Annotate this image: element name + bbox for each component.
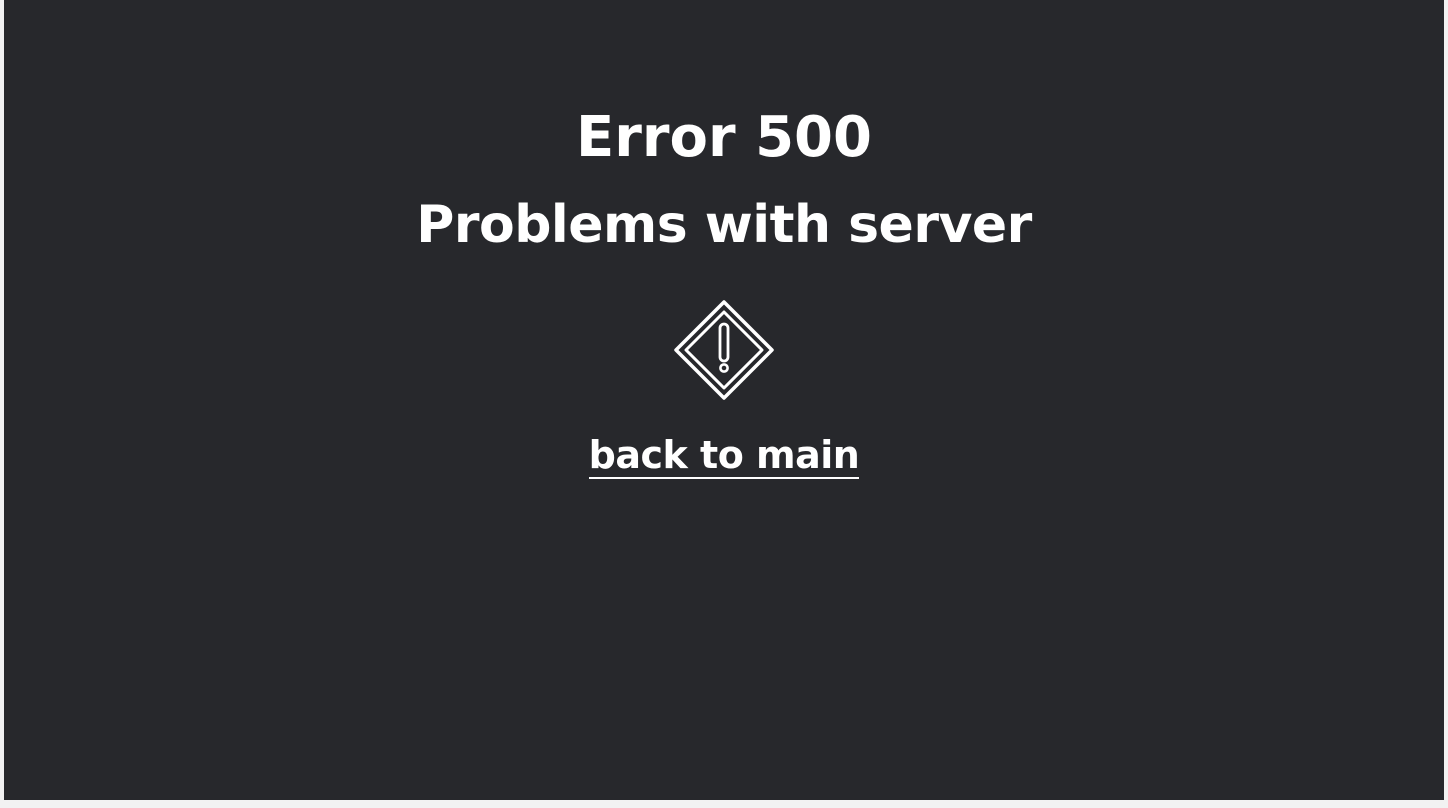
warning-diamond-icon bbox=[673, 299, 775, 401]
error-title: Error 500 bbox=[576, 105, 872, 170]
error-message: Problems with server bbox=[416, 195, 1032, 255]
error-page: Error 500 Problems with server back to m… bbox=[4, 0, 1444, 800]
back-to-main-link[interactable]: back to main bbox=[588, 433, 860, 479]
back-link-container: back to main bbox=[4, 431, 1444, 479]
